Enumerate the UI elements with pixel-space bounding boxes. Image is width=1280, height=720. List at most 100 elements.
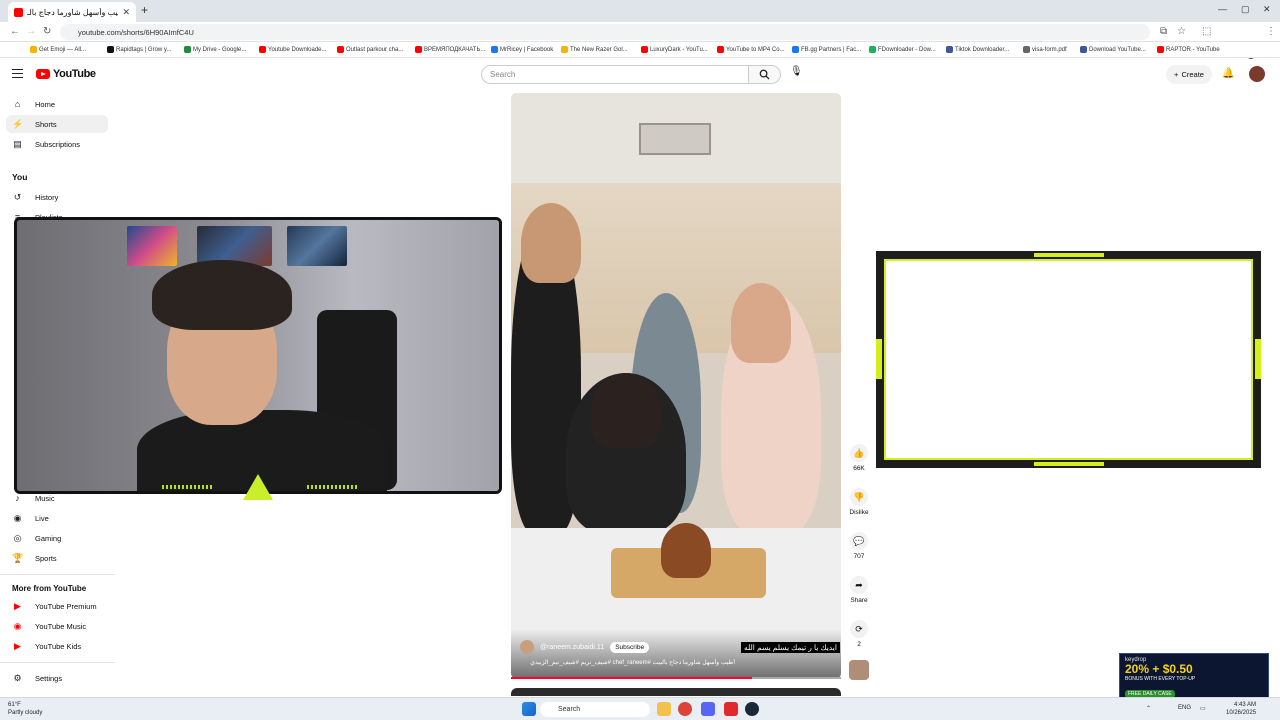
notifications-bell-icon[interactable]: 🔔 — [1222, 68, 1234, 79]
file-explorer-icon[interactable] — [657, 702, 671, 716]
extensions-icon[interactable]: ⬚ — [1202, 26, 1211, 37]
chrome-icon[interactable] — [678, 702, 692, 716]
child-hair — [591, 373, 661, 448]
bookmark-item[interactable]: FDownloader - Dow... — [869, 46, 936, 53]
bookmark-item[interactable]: The New Razer Gol... — [561, 46, 628, 53]
bookmark-item[interactable]: Get Emoji — All... — [30, 46, 86, 53]
weather-widget[interactable]: 61°F Partly cloudy — [8, 701, 42, 717]
bookmark-item[interactable]: My Drive - Google... — [184, 46, 246, 53]
sidebar-item-youtube-kids[interactable]: ▶ YouTube Kids — [6, 637, 108, 655]
new-tab-icon[interactable]: + — [141, 3, 148, 17]
close-window-icon[interactable]: ✕ — [1263, 4, 1271, 15]
bookmark-item[interactable]: Download YouTube... — [1080, 46, 1146, 53]
taskbar-search[interactable]: Search — [540, 702, 650, 717]
app-icon[interactable] — [724, 702, 738, 716]
network-icon[interactable]: ▭ — [1200, 705, 1206, 712]
comments-button[interactable]: 💬 707 — [845, 532, 873, 560]
language-indicator[interactable]: ENG — [1178, 705, 1191, 711]
channel-name[interactable]: @raneem.zubaidi.11 — [540, 644, 604, 651]
browser-tab[interactable]: أطيب وأسهل شاورما دجاج بالـ ✕ — [8, 2, 136, 22]
tray-chevron-icon[interactable]: ⌃ — [1146, 705, 1151, 712]
sidebar-item-sports[interactable]: 🏆 Sports — [6, 549, 108, 567]
search-input[interactable]: Search — [481, 65, 749, 84]
discord-icon[interactable] — [701, 702, 715, 716]
video-progress-fill — [511, 677, 752, 679]
share-icon: ➦ — [850, 576, 868, 594]
bookmark-favicon-icon — [30, 46, 37, 53]
sidebar-item-live[interactable]: ◉ Live — [6, 509, 108, 527]
clock-time: 4:43 AM — [1234, 702, 1257, 708]
sidebar-item-youtube-music[interactable]: ◉ YouTube Music — [6, 617, 108, 635]
bookmark-item[interactable]: MrRicey | Facebook — [491, 46, 553, 53]
account-avatar[interactable] — [1249, 66, 1265, 82]
sidebar-item-label: YouTube Premium — [35, 601, 97, 611]
sidebar-item-shorts[interactable]: ⚡ Shorts — [6, 115, 108, 133]
person-right-face — [731, 283, 791, 363]
short-caption[interactable]: أطيب وأسهل شاورما دجاج بالبيت #chef_rane… — [520, 659, 735, 666]
keydrop-ad[interactable]: keydrop 20% + $0.50 BONUS WITH EVERY TOP… — [1119, 653, 1269, 699]
like-button[interactable]: 👍 66K — [845, 444, 873, 472]
ad-promo: 20% + $0.50 — [1125, 662, 1193, 676]
bookmark-label: Tiktok Downloader... — [955, 46, 1010, 53]
bookmarks-bar: Get Emoji — All... Rapidtags | Grow y... M… — [0, 42, 1280, 58]
sound-thumbnail[interactable] — [849, 660, 869, 680]
frame-accent — [1034, 462, 1104, 466]
bookmark-item[interactable]: Rapidtags | Grow y... — [107, 46, 171, 53]
short-video-player[interactable] — [511, 93, 841, 679]
create-button[interactable]: + Create — [1166, 65, 1212, 84]
bookmark-favicon-icon — [337, 46, 344, 53]
bookmark-favicon-icon — [641, 46, 648, 53]
bookmark-item[interactable]: Youtube Downloade... — [259, 46, 327, 53]
sidebar-you-header[interactable]: You — [12, 172, 27, 182]
bookmark-label: My Drive - Google... — [193, 46, 247, 53]
sidebar-item-home[interactable]: ⌂ Home — [6, 95, 108, 113]
bookmark-item[interactable]: LuxuryDark - YouTu... — [641, 46, 708, 53]
sidebar-divider — [0, 662, 115, 663]
bookmark-item[interactable]: FB.gg Partners | Fac... — [792, 46, 861, 53]
url-field[interactable]: youtube.com/shorts/6H90AImfC4U — [60, 24, 1150, 40]
steam-icon[interactable] — [745, 702, 759, 716]
microphone-icon[interactable]: 🎙 — [790, 66, 803, 77]
bookmark-item[interactable]: YouTube to MP4 Co... — [717, 46, 785, 53]
sidebar-item-subscriptions[interactable]: ▤ Subscriptions — [6, 135, 108, 153]
minimize-icon[interactable]: — — [1218, 4, 1227, 14]
bookmark-item[interactable]: Outlast parkour cha... — [337, 46, 403, 53]
bookmark-favicon-icon — [107, 46, 114, 53]
sidebar-item-settings[interactable]: ⚙ Settings — [6, 669, 108, 687]
remix-button[interactable]: ⟳ 2 — [845, 620, 873, 648]
bookmark-star-icon[interactable]: ☆ — [1177, 26, 1186, 37]
sidebar-item-history[interactable]: ↺ History — [6, 188, 108, 206]
youtube-logo-text: YouTube — [53, 68, 96, 80]
streamer — [137, 260, 387, 491]
sidebar-item-label: Home — [35, 99, 56, 109]
bookmark-item[interactable]: RAPTOR - YouTube — [1157, 46, 1220, 53]
video-progress-bar[interactable] — [511, 677, 841, 679]
sidebar-item-youtube-premium[interactable]: ▶ YouTube Premium — [6, 597, 108, 615]
bookmark-item[interactable]: Tiktok Downloader... — [946, 46, 1009, 53]
maximize-icon[interactable]: ▢ — [1241, 4, 1250, 15]
bookmark-item[interactable]: visa-form.pdf — [1023, 46, 1067, 53]
forward-icon[interactable]: → — [26, 26, 36, 37]
share-button[interactable]: ➦ Share — [845, 576, 873, 604]
comment-count: 707 — [853, 553, 865, 560]
install-app-icon[interactable]: ⧉ — [1160, 26, 1167, 37]
taskbar-clock[interactable]: 4:43 AM 10/26/2025 — [1226, 701, 1256, 717]
windows-start-icon[interactable] — [522, 702, 536, 716]
back-icon[interactable]: ← — [10, 26, 20, 37]
next-short-preview[interactable] — [511, 688, 841, 696]
browser-menu-icon[interactable]: ⋮ — [1266, 26, 1276, 37]
subscribe-button[interactable]: Subscribe — [610, 641, 650, 653]
live-icon: ◉ — [13, 512, 22, 523]
youtube-logo[interactable]: YouTube — [36, 68, 96, 80]
close-tab-icon[interactable]: ✕ — [122, 7, 130, 18]
sidebar-item-gaming[interactable]: ◎ Gaming — [6, 529, 108, 547]
bookmark-label: Download YouTube... — [1089, 46, 1146, 53]
search-button[interactable] — [749, 65, 781, 84]
bookmark-item[interactable]: ВРЕМЯПОДКАЧАТЬ... — [415, 46, 485, 53]
channel-avatar[interactable] — [520, 640, 534, 654]
webcam-overlay — [14, 217, 502, 494]
taskbar-search-label: Search — [558, 706, 581, 713]
hamburger-menu-icon[interactable] — [12, 69, 23, 78]
dislike-button[interactable]: 👎 Dislike — [845, 488, 873, 516]
reload-icon[interactable]: ↻ — [43, 26, 51, 37]
